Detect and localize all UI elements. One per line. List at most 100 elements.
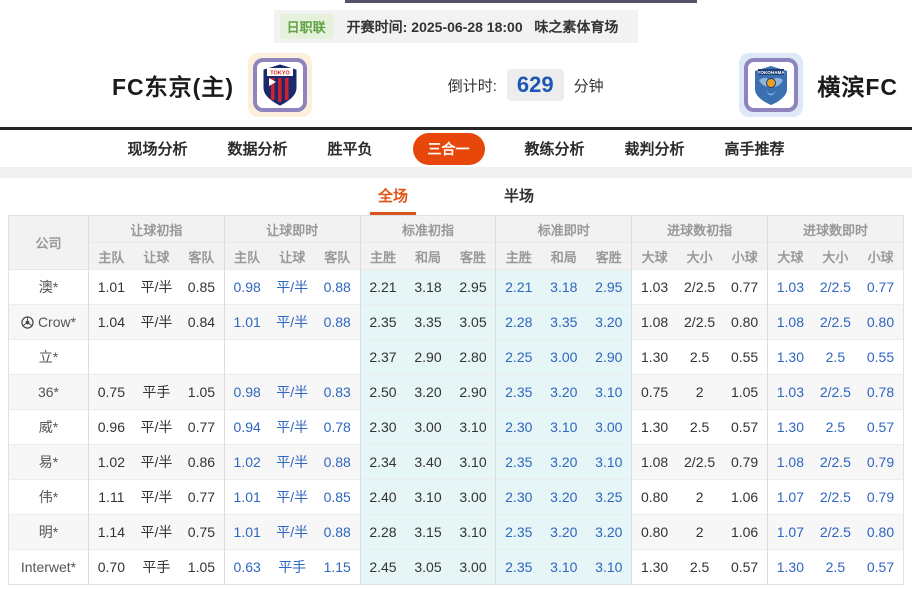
odds-cell: 2.95: [586, 269, 632, 305]
yokohama-fc-crest-icon: YOKOHAMA: [744, 58, 799, 112]
odds-cell: 0.57: [858, 549, 904, 585]
odds-cell: 3.20: [541, 479, 587, 515]
odds-cell: 2/2.5: [812, 479, 859, 515]
odds-cell: 0.80: [722, 304, 768, 340]
odds-cell: 0.88: [314, 304, 361, 340]
nav-tab-5[interactable]: 裁判分析: [625, 138, 685, 159]
subtab-0[interactable]: 全场: [369, 178, 416, 215]
company-cell[interactable]: 澳*: [8, 269, 89, 305]
group-header-1: 让球即时: [223, 215, 361, 243]
company-cell[interactable]: 威*: [8, 409, 89, 445]
kickoff-info: 开赛时间: 2025-06-28 18:00 味之素体育场: [347, 17, 623, 37]
odds-cell: 2.35: [359, 304, 406, 340]
odds-cell: 0.57: [722, 549, 768, 585]
odds-cell: 平/半: [269, 374, 315, 410]
odds-cell: 1.05: [179, 374, 225, 410]
away-team-block: YOKOHAMA 横滨FC: [739, 53, 898, 117]
odds-cell: 2.28: [359, 514, 406, 550]
odds-cell: 2: [676, 374, 723, 410]
odds-cell: 3.35: [405, 304, 451, 340]
table-row: 立* 2.37 2.90 2.80 2.25 3.00 2.90 1.30 2.5 0.55 1.3…: [8, 339, 904, 375]
company-cell[interactable]: Crow*: [8, 304, 89, 340]
company-name: Interwet*: [20, 559, 77, 575]
odds-cell: 2.50: [359, 374, 406, 410]
odds-cell: 0.63: [223, 549, 270, 585]
nav-tab-4[interactable]: 教练分析: [525, 138, 585, 159]
nav-tab-3[interactable]: 三合一: [412, 132, 485, 165]
odds-cell: 3.20: [586, 514, 632, 550]
odds-cell: 0.88: [314, 514, 361, 550]
company-name: 威*: [38, 419, 59, 435]
company-cell[interactable]: Interwet*: [8, 549, 89, 585]
company-cell[interactable]: 易*: [8, 444, 89, 480]
nav-tab-0[interactable]: 现场分析: [127, 138, 187, 159]
sub-header-5-0: 大球: [766, 242, 813, 270]
odds-cell: 0.57: [858, 409, 904, 445]
odds-cell: 2.95: [450, 269, 496, 305]
nav-tab-6[interactable]: 高手推荐: [725, 138, 785, 159]
sub-header-1-1: 让球: [269, 242, 315, 270]
sub-header-4-0: 大球: [631, 242, 677, 270]
league-badge[interactable]: 日职联: [279, 14, 333, 39]
odds-cell: 1.30: [766, 409, 813, 445]
odds-cell: 2.45: [359, 549, 406, 585]
odds-cell: 平/半: [133, 479, 180, 515]
odds-cell: 1.30: [766, 549, 813, 585]
odds-cell: 1.01: [223, 304, 270, 340]
odds-cell: 平手: [269, 549, 315, 585]
group-header-2: 标准初指: [359, 215, 496, 243]
top-edge-artifact: [345, 0, 697, 3]
section-gap: [0, 168, 912, 178]
odds-cell: 1.15: [314, 549, 361, 585]
odds-cell: 3.05: [450, 304, 496, 340]
nav-tab-1[interactable]: 数据分析: [227, 138, 287, 159]
odds-cell: 2.90: [405, 339, 451, 375]
odds-cell: 0.80: [858, 304, 904, 340]
odds-cell: 2.30: [495, 479, 542, 515]
sub-header-0-2: 客队: [179, 242, 225, 270]
odds-cell: 3.35: [541, 304, 587, 340]
odds-cell: 3.18: [541, 269, 587, 305]
sub-header-3-1: 和局: [541, 242, 587, 270]
odds-cell: 2.35: [495, 374, 542, 410]
odds-cell: 1.30: [631, 409, 677, 445]
odds-cell: 2.5: [812, 409, 859, 445]
odds-cell: 3.20: [541, 374, 587, 410]
odds-cell: 1.02: [223, 444, 270, 480]
company-cell[interactable]: 明*: [8, 514, 89, 550]
period-tabs: 全场 半场: [0, 178, 912, 215]
odds-cell: 0.98: [223, 374, 270, 410]
odds-cell: 2.30: [495, 409, 542, 445]
odds-cell: 0.77: [179, 409, 225, 445]
odds-cell: 0.86: [179, 444, 225, 480]
company-name: 立*: [38, 349, 59, 365]
odds-cell: 2.5: [812, 549, 859, 585]
odds-cell: 2.5: [676, 549, 723, 585]
odds-cell: 0.85: [179, 269, 225, 305]
svg-text:YOKOHAMA: YOKOHAMA: [758, 70, 786, 75]
odds-cell: 3.00: [450, 479, 496, 515]
company-cell[interactable]: 立*: [8, 339, 89, 375]
odds-cell: 0.94: [223, 409, 270, 445]
sub-header-1-0: 主队: [223, 242, 270, 270]
odds-cell: 2.5: [812, 339, 859, 375]
odds-cell: 0.75: [87, 374, 134, 410]
odds-cell: 2.40: [359, 479, 406, 515]
odds-cell: 3.00: [586, 409, 632, 445]
table-row: Crow* 1.04 平/半 0.84 1.01 平/半 0.88 2.35 3.35 3.05 2…: [8, 304, 904, 340]
home-team-logo: TOKYO: [247, 53, 312, 117]
odds-cell: 0.79: [858, 444, 904, 480]
odds-cell: 平/半: [269, 304, 315, 340]
group-header-5: 进球数即时: [766, 215, 904, 243]
company-cell[interactable]: 36*: [8, 374, 89, 410]
odds-cell: 3.20: [405, 374, 451, 410]
odds-cell: 平手: [133, 374, 180, 410]
odds-cell: 0.85: [314, 479, 361, 515]
nav-tab-2[interactable]: 胜平负: [327, 138, 372, 159]
company-cell[interactable]: 伟*: [8, 479, 89, 515]
odds-cell: 0.57: [722, 409, 768, 445]
away-team-logo: YOKOHAMA: [739, 53, 804, 117]
sub-header-5-2: 小球: [858, 242, 904, 270]
subtab-1[interactable]: 半场: [496, 178, 542, 215]
odds-cell: 0.77: [858, 269, 904, 305]
